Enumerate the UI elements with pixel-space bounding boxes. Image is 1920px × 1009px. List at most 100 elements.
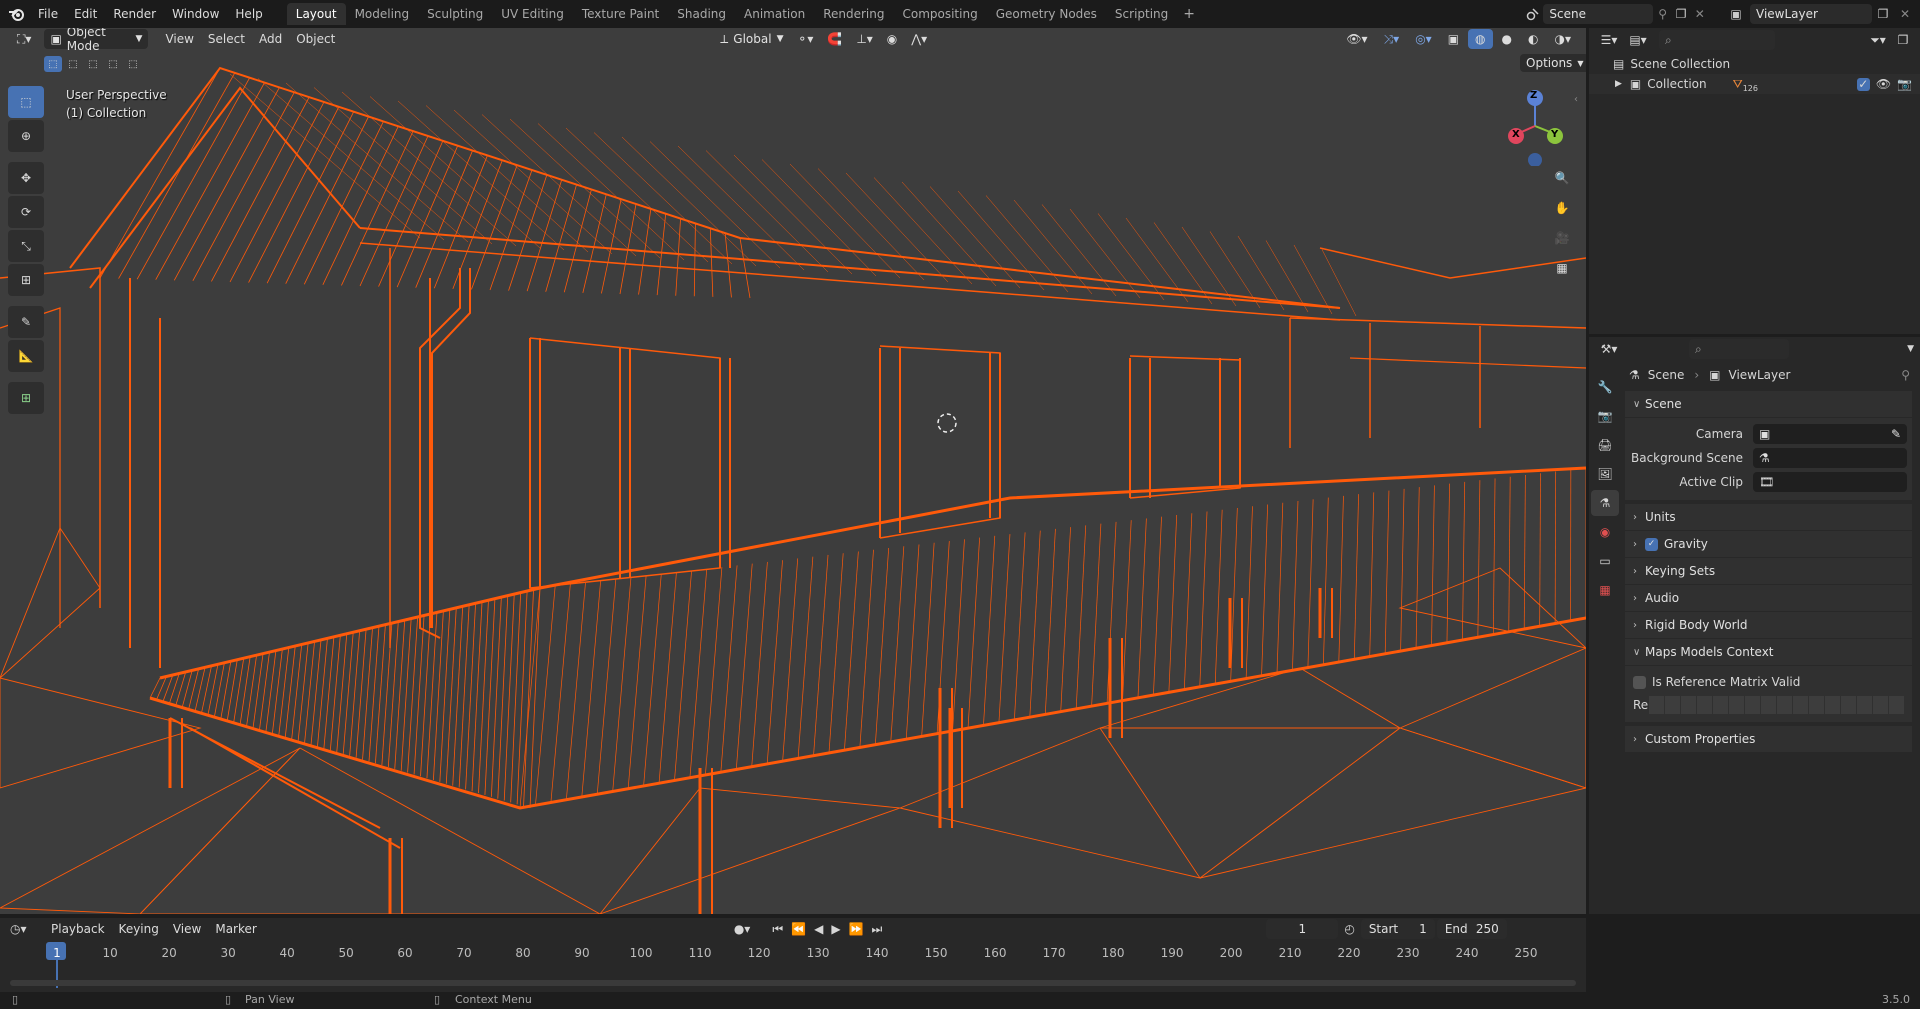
3d-viewport[interactable]: ⛶▾ ▣ Object Mode ▼ View Select Add Object ⟂… — [0, 28, 1586, 914]
blender-logo-icon[interactable] — [4, 0, 30, 28]
camera-view-icon[interactable]: 🎥 — [1548, 224, 1576, 252]
zoom-icon[interactable]: 🔍 — [1548, 164, 1576, 192]
mode-dropdown[interactable]: ▣ Object Mode ▼ — [44, 28, 149, 53]
panel-keying-sets[interactable]: › Keying Sets — [1625, 558, 1912, 584]
wireframe-scene[interactable] — [0, 28, 1586, 914]
matrix-cells[interactable] — [1649, 696, 1904, 714]
annotate-tool[interactable]: ✎ — [8, 306, 44, 338]
move-tool[interactable]: ✥ — [8, 162, 44, 194]
orientation-dropdown[interactable]: ⟂ Global ▼ — [714, 29, 790, 49]
snap-icon[interactable]: 🧲 — [820, 29, 849, 49]
matrix-cell[interactable] — [1761, 696, 1776, 714]
custom-properties-header[interactable]: › Custom Properties — [1625, 726, 1912, 752]
menu-file[interactable]: File — [30, 0, 66, 28]
viewlayer-name-field[interactable]: ViewLayer — [1750, 4, 1872, 24]
chevron-down-icon[interactable]: ▼ — [1907, 344, 1914, 354]
menu-help[interactable]: Help — [227, 0, 270, 28]
new-viewlayer-icon[interactable]: ❐ — [1872, 7, 1894, 21]
menu-edit[interactable]: Edit — [66, 0, 105, 28]
transform-tool[interactable]: ⊞ — [8, 264, 44, 296]
texture-tab-icon[interactable]: ▦ — [1591, 577, 1619, 603]
panel-units[interactable]: › Units — [1625, 504, 1912, 530]
outliner-row-collection[interactable]: ▶ ▣ Collection ⛛ 126 ✓ 👁 📷 — [1589, 74, 1920, 94]
matrix-cell[interactable] — [1793, 696, 1808, 714]
outliner-row-scene-collection[interactable]: ▤ Scene Collection — [1589, 54, 1920, 74]
eye-icon[interactable]: 👁 — [1876, 77, 1891, 91]
scale-tool[interactable]: ⤡ — [8, 230, 44, 262]
matrix-cell[interactable] — [1681, 696, 1696, 714]
select-subtract-icon[interactable]: ⬚ — [84, 56, 102, 72]
properties-editor-icon[interactable]: ⚒▾ — [1595, 342, 1623, 356]
falloff-icon[interactable]: ⋀▾ — [904, 29, 934, 49]
pan-hand-icon[interactable]: ✋ — [1548, 194, 1576, 222]
scene-tab-icon[interactable]: ⚗ — [1591, 490, 1619, 516]
timeline-scrollbar[interactable] — [10, 980, 1576, 986]
matrix-cell[interactable] — [1857, 696, 1872, 714]
world-tab-icon[interactable]: ◉ — [1591, 519, 1619, 545]
scene-panel-header[interactable]: ∨ Scene — [1625, 391, 1912, 417]
matrix-cell[interactable] — [1665, 696, 1680, 714]
menu-window[interactable]: Window — [164, 0, 227, 28]
xray-toggle-icon[interactable]: ▣ — [1441, 29, 1466, 49]
panel-rigid-body-world[interactable]: › Rigid Body World — [1625, 612, 1912, 638]
matrix-cell[interactable] — [1809, 696, 1824, 714]
gravity-checkbox[interactable]: ✓ — [1645, 537, 1658, 551]
tab-modeling[interactable]: Modeling — [346, 3, 419, 25]
exclude-checkbox[interactable]: ✓ — [1856, 77, 1870, 91]
cursor-tool[interactable]: ⊕ — [8, 120, 44, 152]
matrix-cell[interactable] — [1841, 696, 1856, 714]
scene-selector[interactable]: Scene ⚲ ❐ ✕ — [1523, 3, 1709, 25]
matrix-cell[interactable] — [1873, 696, 1888, 714]
outliner-search-input[interactable]: ⌕ — [1659, 30, 1775, 50]
sidebar-toggle-icon[interactable]: ‹ — [1574, 94, 1578, 105]
tab-sculpting[interactable]: Sculpting — [418, 3, 492, 25]
overlay-toggle-icon[interactable]: ◎▾ — [1408, 29, 1439, 49]
snap-target-icon[interactable]: ⊥▾ — [849, 29, 879, 49]
tab-compositing[interactable]: Compositing — [893, 3, 986, 25]
tab-scripting[interactable]: Scripting — [1106, 3, 1177, 25]
viewport-menu-select[interactable]: Select — [201, 29, 252, 49]
ref-matrix-row[interactable]: Is Reference Matrix Valid — [1633, 670, 1904, 694]
material-shading-icon[interactable]: ◐ — [1521, 29, 1545, 49]
select-intersect-icon[interactable]: ⬚ — [124, 56, 142, 72]
select-invert-icon[interactable]: ⬚ — [104, 56, 122, 72]
select-new-icon[interactable]: ⬚ — [44, 56, 62, 72]
pin-icon[interactable]: ⚲ — [1653, 7, 1672, 21]
pin-icon[interactable]: ⚲ — [1901, 368, 1910, 382]
camera-render-icon[interactable]: 📷 — [1897, 77, 1912, 91]
tab-rendering[interactable]: Rendering — [814, 3, 893, 25]
tab-animation[interactable]: Animation — [735, 3, 814, 25]
properties-search-input[interactable]: ⌕ — [1689, 339, 1789, 359]
editor-type-button[interactable]: ⛶▾ — [10, 29, 38, 49]
options-button[interactable]: Options ▼ — [1520, 54, 1586, 72]
output-tab-icon[interactable]: 🖨 — [1591, 432, 1619, 458]
active-clip-field[interactable]: 🎞 — [1753, 472, 1907, 492]
solid-shading-icon[interactable]: ● — [1495, 29, 1519, 49]
tab-texture-paint[interactable]: Texture Paint — [573, 3, 668, 25]
viewport-menu-add[interactable]: Add — [252, 29, 289, 49]
new-collection-icon[interactable]: ❐ — [1892, 33, 1914, 47]
expand-arrow-icon[interactable]: ▶ — [1615, 79, 1622, 89]
proportional-edit-icon[interactable]: ◉ — [880, 29, 904, 49]
tab-shading[interactable]: Shading — [668, 3, 735, 25]
tool-tab-icon[interactable]: 🔧 — [1591, 374, 1619, 400]
matrix-cell[interactable] — [1649, 696, 1664, 714]
maps-panel-header[interactable]: ∨ Maps Models Context — [1625, 639, 1912, 665]
matrix-cell[interactable] — [1889, 696, 1904, 714]
matrix-cell[interactable] — [1777, 696, 1792, 714]
viewlayer-selector[interactable]: ▣ ViewLayer ❐ ✕ — [1722, 3, 1918, 25]
ref-matrix-checkbox[interactable] — [1633, 675, 1646, 689]
menu-render[interactable]: Render — [105, 0, 164, 28]
add-cube-tool[interactable]: ⊞ — [8, 382, 44, 414]
new-scene-icon[interactable]: ❐ — [1672, 7, 1691, 21]
visibility-icon[interactable]: 👁▾ — [1339, 29, 1374, 49]
scene-name-field[interactable]: Scene — [1543, 4, 1654, 24]
viewport-menu-object[interactable]: Object — [289, 29, 342, 49]
ortho-grid-icon[interactable]: ▦ — [1548, 254, 1576, 282]
display-mode-icon[interactable]: ▤▾ — [1623, 33, 1653, 47]
background-scene-field[interactable]: ⚗ — [1753, 448, 1907, 468]
wireframe-shading-icon[interactable]: ◍ — [1468, 29, 1493, 49]
delete-viewlayer-icon[interactable]: ✕ — [1894, 7, 1916, 21]
matrix-cell[interactable] — [1825, 696, 1840, 714]
rendered-shading-icon[interactable]: ◑▾ — [1548, 29, 1579, 49]
